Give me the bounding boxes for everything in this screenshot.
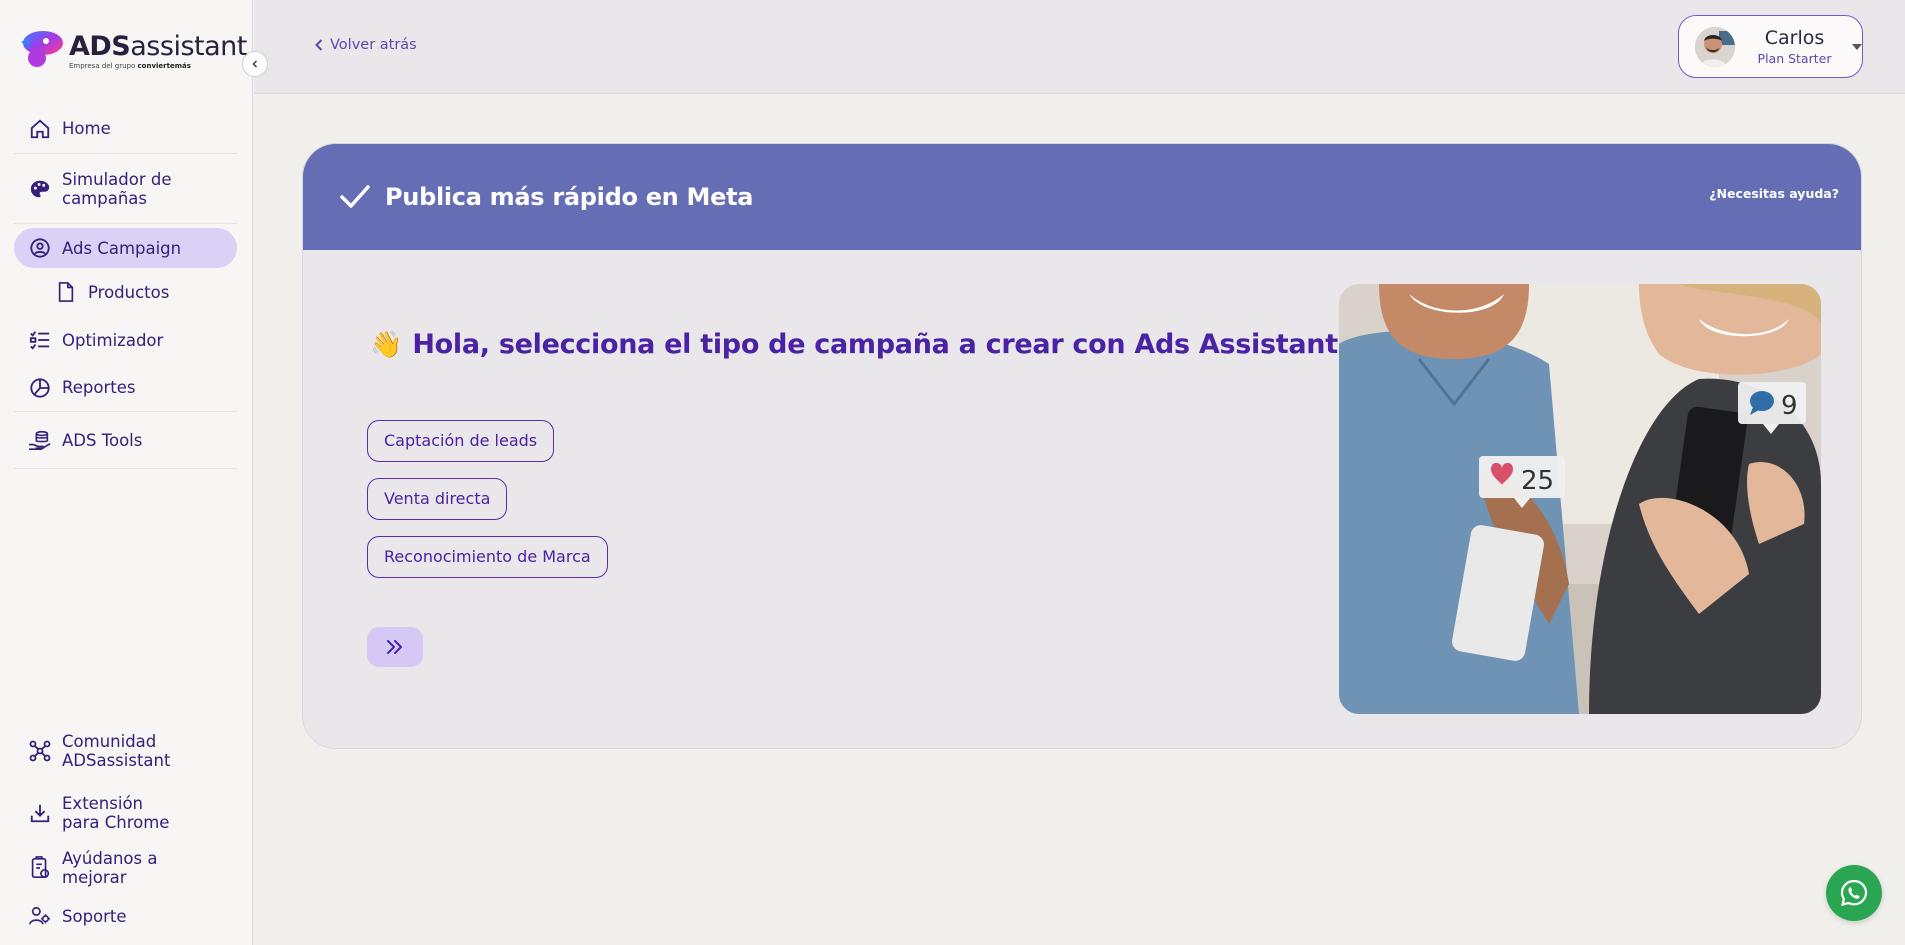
next-button[interactable] [367,627,423,667]
file-icon [54,280,78,304]
logo-tagline: Empresa del grupo [69,61,136,70]
sidebar-item-label: Simulador de campañas [62,169,172,208]
option-captacion-leads[interactable]: Captación de leads [367,420,555,462]
double-chevron-right-icon [387,640,402,654]
sidebar-item-label: Reportes [62,378,136,397]
user-circle-icon [28,236,52,260]
sidebar: ADSassistant Empresa del grupo convierte… [0,0,253,945]
checkmark-icon [340,185,370,208]
user-menu[interactable]: Carlos Plan Starter [1678,15,1863,78]
logo-icon [17,28,65,74]
campaign-type-options: Captación de leads Venta directa Reconoc… [367,420,608,594]
pie-chart-icon [28,376,52,400]
logo-brand-bold: ADS [69,30,131,62]
sidebar-item-soporte[interactable]: Soporte [14,898,237,934]
sidebar-item-reportes[interactable]: Reportes [14,364,237,412]
campaign-type-card: Publica más rápido en Meta ¿Necesitas ay… [302,143,1862,749]
comments-count: 9 [1781,391,1798,421]
help-link[interactable]: ¿Necesitas ayuda? [1709,186,1839,201]
whatsapp-button[interactable] [1826,865,1882,921]
back-link-label: Volver atrás [330,37,417,53]
logo-tagline-brand: conviertemás [137,61,191,70]
sidebar-item-label: Productos [88,282,170,302]
sidebar-item-ads-campaign[interactable]: Ads Campaign [14,228,237,268]
sidebar-item-simulador[interactable]: Simulador de campañas [14,154,237,224]
sidebar-item-optimizador[interactable]: Optimizador [14,316,237,364]
likes-count: 25 [1521,466,1554,496]
sidebar-item-label: Soporte [62,906,127,926]
sidebar-item-label: Optimizador [62,330,164,350]
top-bar: Volver atrás Carlos Plan Starter [254,0,1905,94]
option-venta-directa[interactable]: Venta directa [367,478,508,520]
card-header: Publica más rápido en Meta ¿Necesitas ay… [303,144,1861,250]
wave-icon: 👋 [370,329,403,360]
option-reconocimiento-marca[interactable]: Reconocimiento de Marca [367,536,608,578]
sidebar-item-ads-tools[interactable]: ADS Tools [14,412,237,469]
home-icon [28,117,52,141]
checklist-icon [28,328,52,352]
sidebar-item-extension[interactable]: Extensión para Chrome [14,788,237,838]
back-link[interactable]: Volver atrás [314,37,417,53]
greeting: 👋 Hola, selecciona el tipo de campaña a … [370,329,1338,360]
hand-coins-icon [28,428,52,452]
sidebar-bottom-nav: Comunidad ADSassistant Extensión para Ch… [14,726,237,934]
sidebar-nav: Home Simulador de campañas Ads Campaign … [14,104,237,469]
feedback-icon [28,856,52,880]
sidebar-item-label: Home [62,119,111,138]
sidebar-item-comunidad[interactable]: Comunidad ADSassistant [14,726,237,776]
sidebar-item-home[interactable]: Home [14,104,237,154]
sidebar-item-productos[interactable]: Productos [14,268,237,316]
download-icon [28,801,52,825]
support-icon [28,904,52,928]
caret-down-icon [1852,43,1862,50]
palette-icon [28,177,52,201]
chevron-left-icon [315,39,323,51]
sidebar-item-label: Ads Campaign [62,238,182,258]
sidebar-item-label: Comunidad ADSassistant [62,732,171,770]
logo[interactable]: ADSassistant Empresa del grupo convierte… [17,28,247,74]
greeting-heading: Hola, selecciona el tipo de campaña a cr… [412,329,1338,360]
sidebar-item-feedback[interactable]: Ayúdanos a mejorar [14,849,237,887]
avatar [1695,26,1735,67]
logo-brand-light: assistant [130,30,247,62]
user-plan: Plan Starter [1757,51,1832,66]
community-icon [28,739,52,763]
hero-image: 25 9 [1339,284,1821,714]
sidebar-item-label: ADS Tools [62,430,143,450]
chevron-left-icon [252,60,257,68]
card-title: Publica más rápido en Meta [385,183,754,211]
collapse-sidebar-button[interactable] [242,51,268,77]
sidebar-item-label: Extensión para Chrome [62,794,170,832]
user-name: Carlos [1764,27,1825,49]
sidebar-item-label: Ayúdanos a mejorar [62,849,158,887]
whatsapp-icon [1840,879,1868,907]
